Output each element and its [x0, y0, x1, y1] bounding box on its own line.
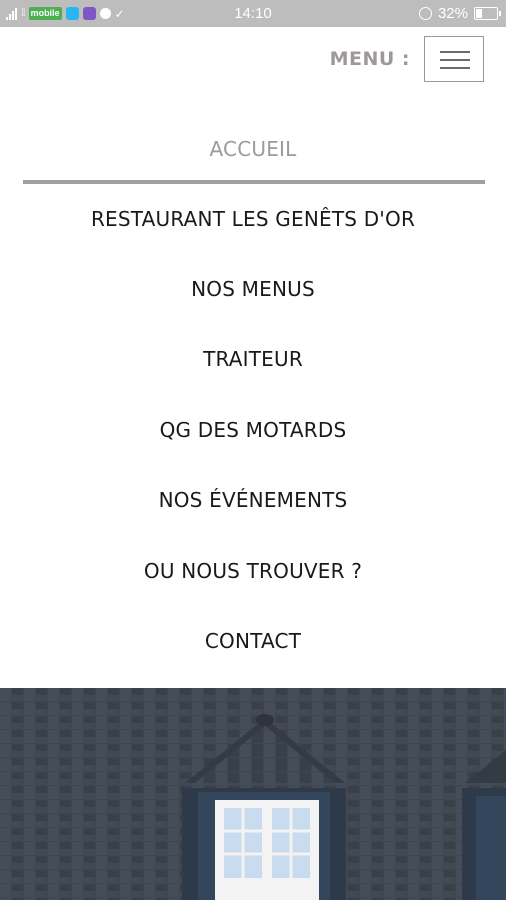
nav-item-nos-menus[interactable]: NOS MENUS [0, 277, 506, 301]
hamburger-menu-button[interactable] [424, 36, 484, 82]
hamburger-icon [440, 51, 470, 53]
alarm-icon [418, 7, 432, 20]
nav-item-ou-nous-trouver[interactable]: OU NOUS TROUVER ? [0, 559, 506, 583]
status-bar: ⁞⁞ mobile ✓ 14:10 32% [0, 0, 506, 27]
menu-label: MENU : [329, 48, 410, 70]
roof-photo [0, 688, 506, 900]
battery-percent: 32% [437, 5, 468, 22]
battery-icon [474, 7, 501, 20]
nav-item-nos-evenements[interactable]: NOS ÉVÉNEMENTS [0, 488, 506, 512]
nav-divider [23, 180, 485, 184]
nav-item-restaurant[interactable]: RESTAURANT LES GENÊTS D'OR [0, 207, 506, 231]
hero-image [0, 688, 506, 900]
nav-item-qg-des-motards[interactable]: QG DES MOTARDS [0, 418, 506, 442]
nav-item-traiteur[interactable]: TRAITEUR [0, 347, 506, 371]
nav-item-contact[interactable]: CONTACT [0, 629, 506, 653]
nav-item-accueil[interactable]: ACCUEIL [0, 137, 506, 161]
status-bar-right: 32% [418, 5, 501, 22]
